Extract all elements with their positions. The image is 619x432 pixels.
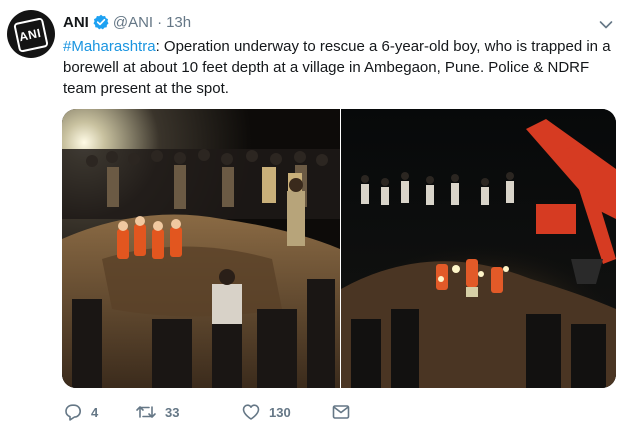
avatar[interactable]: ANI	[7, 10, 55, 58]
retweet-button[interactable]: 33	[135, 402, 241, 422]
chevron-down-icon[interactable]	[599, 17, 613, 29]
envelope-icon	[331, 402, 351, 422]
retweet-icon	[135, 402, 157, 422]
tweet-actions: 4 33 130	[63, 400, 351, 424]
verified-badge-icon	[93, 14, 109, 30]
tweet-text: #Maharashtra: Operation underway to resc…	[63, 36, 613, 99]
tweet-timestamp[interactable]: 13h	[166, 14, 191, 31]
photo-rescue-crowd[interactable]	[62, 109, 340, 388]
tweet-media[interactable]	[62, 109, 616, 388]
like-count: 130	[269, 404, 291, 420]
reply-icon	[63, 402, 83, 422]
author-name[interactable]: ANI	[63, 14, 89, 31]
reply-button[interactable]: 4	[63, 402, 135, 422]
reply-count: 4	[91, 404, 99, 420]
like-button[interactable]: 130	[241, 402, 331, 422]
direct-message-button[interactable]	[331, 402, 351, 422]
heart-icon	[241, 402, 261, 422]
hashtag-link[interactable]: #Maharashtra	[63, 38, 156, 55]
tweet-header: ANI @ANI · 13h	[63, 12, 191, 32]
tweet-card[interactable]: ANI ANI @ANI · 13h #Maharashtra: Operati…	[0, 0, 619, 432]
retweet-count: 33	[165, 404, 180, 420]
photo-excavator-site[interactable]	[341, 109, 616, 388]
author-handle[interactable]: @ANI	[113, 14, 153, 31]
separator-dot: ·	[157, 13, 163, 31]
